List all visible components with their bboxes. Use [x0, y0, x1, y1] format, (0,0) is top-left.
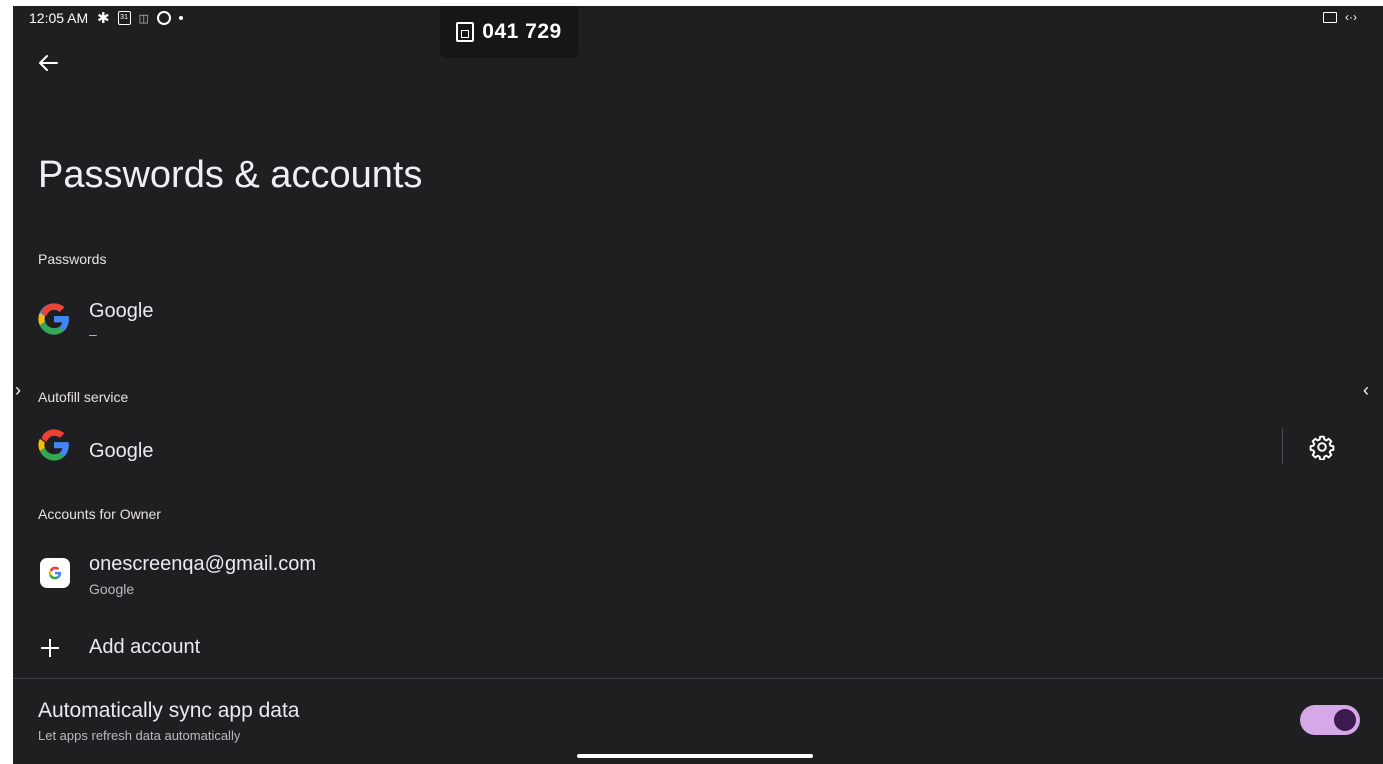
- google-g-small-icon: [48, 566, 62, 580]
- autofill-provider-title: Google: [89, 440, 154, 462]
- autofill-section-header: Autofill service: [38, 389, 129, 405]
- settings-notification-icon: ✱: [97, 10, 110, 27]
- status-time: 12:05 AM: [29, 10, 89, 26]
- passwords-section-header: Passwords: [38, 251, 107, 267]
- account-row[interactable]: onescreenqa@gmail.com Google: [13, 546, 1383, 602]
- gear-icon[interactable]: [1309, 434, 1335, 460]
- auto-sync-subtitle: Let apps refresh data automatically: [38, 728, 241, 743]
- autofill-google-row[interactable]: Google: [13, 420, 1273, 472]
- navigation-handle[interactable]: [577, 754, 813, 758]
- google-account-icon: [40, 558, 70, 588]
- back-arrow-icon[interactable]: [37, 52, 59, 79]
- add-account-label: Add account: [89, 636, 201, 658]
- auto-sync-toggle[interactable]: [1300, 705, 1360, 735]
- account-type: Google: [89, 581, 135, 597]
- auto-sync-row[interactable]: Automatically sync app data Let apps ref…: [13, 686, 1383, 752]
- plus-icon: [41, 639, 59, 657]
- account-email: onescreenqa@gmail.com: [89, 553, 317, 575]
- accounts-section-header: Accounts for Owner: [38, 506, 161, 522]
- pairing-code-banner: 041 729: [440, 6, 578, 58]
- arrow-back-icon: [39, 55, 58, 71]
- message-icon: ◫: [138, 12, 149, 25]
- passwords-google-row[interactable]: Google –: [13, 290, 1383, 350]
- ring-icon: [156, 11, 171, 25]
- chevron-left-icon[interactable]: ‹: [1363, 380, 1369, 401]
- add-account-button[interactable]: Add account: [13, 626, 1383, 670]
- more-notifications-dot-icon: [178, 16, 183, 20]
- passwords-provider-subtitle: –: [89, 326, 97, 342]
- status-right-icons: ‹·›: [1323, 10, 1357, 24]
- google-g-icon: [38, 303, 69, 335]
- device-code-icon: [456, 22, 475, 42]
- pairing-code: 041 729: [482, 20, 562, 43]
- google-g-icon: [38, 429, 69, 461]
- toggle-knob: [1334, 709, 1356, 731]
- passwords-provider-title: Google: [89, 300, 154, 322]
- calendar-icon: 31: [117, 11, 131, 25]
- page-title: Passwords & accounts: [38, 154, 423, 196]
- auto-sync-title: Automatically sync app data: [38, 699, 300, 722]
- section-divider: [13, 678, 1383, 679]
- cast-icon: [1323, 11, 1337, 23]
- row-divider: [1282, 428, 1283, 464]
- chevron-right-icon[interactable]: ›: [15, 380, 21, 401]
- status-icons: ✱ 31 ◫: [97, 9, 183, 27]
- settings-screen: 12:05 AM ✱ 31 ◫ 041 729 ‹·› Passwords & …: [13, 6, 1383, 764]
- data-indicator-icon: ‹·›: [1345, 10, 1357, 24]
